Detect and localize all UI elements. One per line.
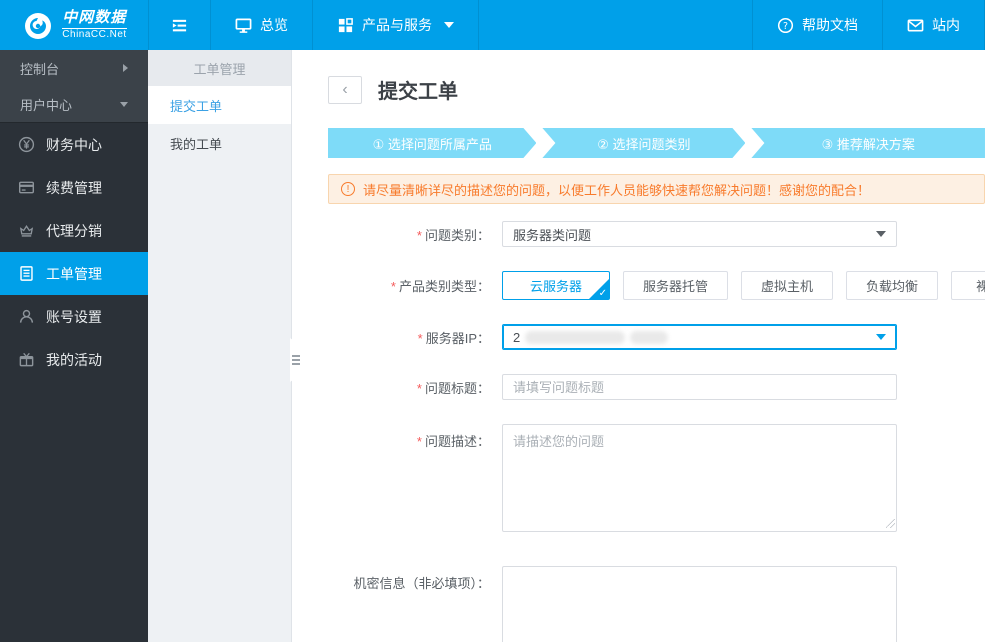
required-mark: * xyxy=(416,227,422,243)
envelope-icon xyxy=(907,19,924,31)
product-option-virtual-host[interactable]: 虚拟主机 xyxy=(741,271,834,300)
product-option-server-hosting[interactable]: 服务器托管 xyxy=(623,271,729,300)
nav-products-services[interactable]: 产品与服务 xyxy=(312,0,478,50)
issue-desc-textarea[interactable] xyxy=(502,424,897,532)
secret-info-label: 机密信息（非必填项）： xyxy=(353,576,490,591)
nav-help-docs[interactable]: ? 帮助文档 xyxy=(752,0,882,50)
collapse-sidebar-button[interactable] xyxy=(148,0,210,50)
nav-overview[interactable]: 总览 xyxy=(210,0,312,50)
server-ip-value: 2 xyxy=(513,329,521,345)
gift-icon xyxy=(19,352,34,367)
brand-name: 中网数据 xyxy=(62,10,127,29)
sidebar-user-center-label: 用户中心 xyxy=(20,97,73,113)
chevron-down-icon xyxy=(120,101,128,107)
required-mark: * xyxy=(416,434,422,449)
issue-category-select[interactable]: 服务器类问题 xyxy=(502,221,897,247)
svg-text:?: ? xyxy=(783,20,788,31)
sidebar-agent-label: 代理分销 xyxy=(46,222,102,239)
monitor-icon xyxy=(235,18,252,33)
main-content: ‹ 提交工单 ① 选择问题所属产品 ② 选择问题类别 ③ 推荐解决方案 ! 请尽… xyxy=(292,50,985,642)
warning-icon: ! xyxy=(341,182,355,196)
server-ip-label: * 服务器IP： xyxy=(417,330,490,346)
chevron-right-icon xyxy=(123,64,128,72)
chevron-down-icon xyxy=(876,231,886,237)
sidebar-item-user-center[interactable]: 用户中心 xyxy=(0,86,148,122)
subnav-submit-ticket[interactable]: 提交工单 xyxy=(148,86,291,124)
brand[interactable]: 中网数据 ChinaCC.Net xyxy=(0,0,148,50)
nav-site-mail[interactable]: 站内 xyxy=(882,0,985,50)
document-icon xyxy=(20,266,33,281)
sidebar-account-label: 账号设置 xyxy=(46,308,102,325)
notice-text: 请尽量清晰详尽的描述您的问题，以便工作人员能够快速帮您解决问题！感谢您的配合！ xyxy=(363,182,871,198)
step-2: ② 选择问题类别 xyxy=(542,128,745,158)
brand-subtitle: ChinaCC.Net xyxy=(62,28,127,40)
sub-sidebar: 工单管理 提交工单 我的工单 xyxy=(148,50,304,642)
chevron-down-icon xyxy=(876,334,886,340)
sidebar-item-account[interactable]: 账号设置 xyxy=(0,295,148,338)
step-1: ① 选择问题所属产品 xyxy=(328,128,536,158)
nav-site-mail-label: 站内 xyxy=(932,17,960,33)
issue-title-input[interactable] xyxy=(502,374,897,400)
nav-overview-label: 总览 xyxy=(260,17,288,33)
sidebar-item-agent[interactable]: 代理分销 xyxy=(0,209,148,252)
sub-sidebar-title: 工单管理 xyxy=(148,50,291,86)
topbar-spacer xyxy=(478,0,752,50)
sidebar-renewal-label: 续费管理 xyxy=(46,179,102,196)
back-button[interactable]: ‹ xyxy=(328,75,362,104)
subnav-my-tickets[interactable]: 我的工单 xyxy=(148,124,291,162)
nav-help-label: 帮助文档 xyxy=(802,17,858,33)
redacted-ip-blur xyxy=(525,330,626,344)
sidebar-item-console[interactable]: 控制台 xyxy=(0,50,148,86)
sidebar-item-activities[interactable]: 我的活动 xyxy=(0,338,148,381)
grid-icon xyxy=(338,17,353,32)
sidebar: 控制台 用户中心 财务中心 续费管理 代理分销 工单管理 账号设置 我的活动 xyxy=(0,50,148,642)
user-icon xyxy=(19,309,34,323)
help-circle-icon: ? xyxy=(777,17,794,33)
notice-banner: ! 请尽量清晰详尽的描述您的问题，以便工作人员能够快速帮您解决问题！感谢您的配合… xyxy=(328,174,985,204)
steps-bar: ① 选择问题所属产品 ② 选择问题类别 ③ 推荐解决方案 xyxy=(328,128,985,158)
sidebar-item-tickets[interactable]: 工单管理 xyxy=(0,252,148,295)
check-icon: ✓ xyxy=(598,288,608,299)
issue-category-value: 服务器类问题 xyxy=(513,227,592,243)
sidebar-item-finance[interactable]: 财务中心 xyxy=(0,123,148,166)
required-mark: * xyxy=(417,330,423,346)
product-option-bare-metal[interactable]: 裸金属 xyxy=(951,271,985,300)
collapse-sidebar-icon xyxy=(172,19,187,31)
sidebar-finance-label: 财务中心 xyxy=(46,136,102,153)
brand-logo-icon xyxy=(25,13,52,39)
sidebar-tickets-label: 工单管理 xyxy=(46,265,102,282)
sidebar-activities-label: 我的活动 xyxy=(46,351,102,368)
redacted-ip-blur xyxy=(630,330,669,344)
nav-products-label: 产品与服务 xyxy=(362,17,432,33)
required-mark: * xyxy=(416,380,422,396)
crown-icon xyxy=(19,225,34,237)
server-ip-select[interactable]: 2 xyxy=(502,324,897,350)
yen-circle-icon xyxy=(18,136,35,153)
step-3: ③ 推荐解决方案 xyxy=(751,128,985,158)
issue-category-label: * 问题类别： xyxy=(416,227,490,243)
page-title: 提交工单 xyxy=(378,81,458,103)
product-type-options: 云服务器 ✓ 服务器托管 虚拟主机 负载均衡 裸金属 xyxy=(502,271,985,300)
issue-title-label: * 问题标题： xyxy=(416,380,490,396)
product-type-label: * 产品类别类型： xyxy=(390,279,490,294)
sidebar-item-renewal[interactable]: 续费管理 xyxy=(0,166,148,209)
card-icon xyxy=(18,181,35,194)
topbar: 中网数据 ChinaCC.Net 总览 产品与服务 ? 帮助文档 站内 xyxy=(0,0,985,50)
issue-desc-label: * 问题描述： xyxy=(416,434,490,449)
secret-info-textarea[interactable] xyxy=(502,566,897,642)
required-mark: * xyxy=(390,279,396,294)
product-option-cloud-server[interactable]: 云服务器 ✓ xyxy=(502,271,611,300)
product-option-load-balancer[interactable]: 负载均衡 xyxy=(846,271,939,300)
chevron-down-icon xyxy=(444,22,454,28)
sidebar-console-label: 控制台 xyxy=(20,61,60,77)
